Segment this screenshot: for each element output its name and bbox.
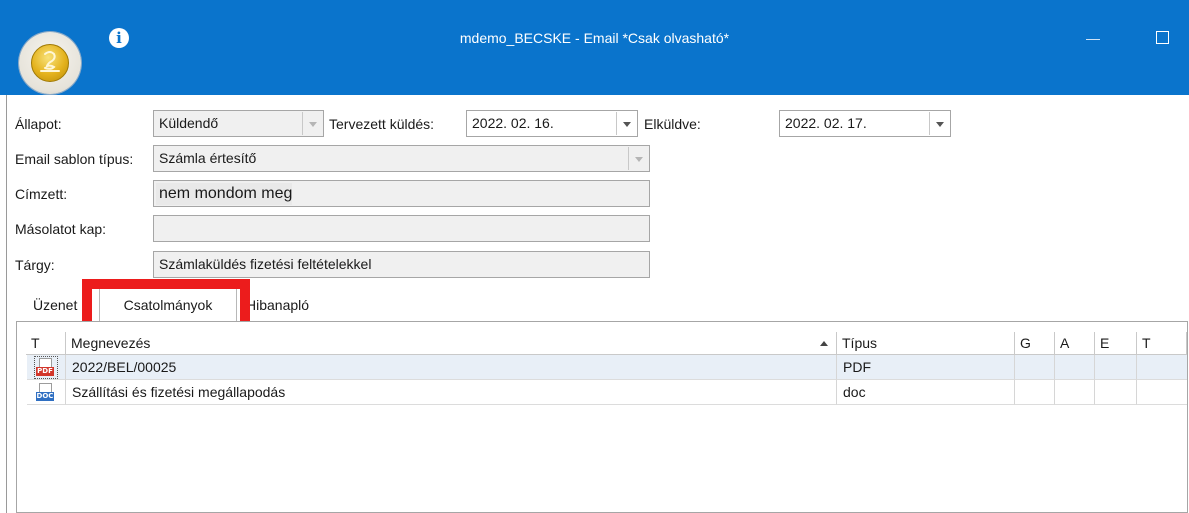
sablon-label: Email sablon típus:	[15, 151, 134, 167]
t-cell	[1137, 355, 1187, 380]
type-cell: DOC	[27, 380, 66, 405]
elkuldve-date-field[interactable]: 2022. 02. 17.	[779, 110, 951, 137]
e-cell	[1095, 355, 1137, 380]
minimize-icon[interactable]	[1086, 39, 1100, 40]
type-name-cell: PDF	[837, 355, 1015, 380]
name-cell: Szállítási és fizetési megállapodás	[66, 380, 837, 405]
tab-csatolmanyok[interactable]: Csatolmányok	[99, 287, 237, 321]
chevron-down-icon[interactable]	[302, 112, 322, 135]
column-header-a[interactable]: A	[1055, 332, 1095, 355]
tervezett-label: Tervezett küldés:	[329, 116, 435, 132]
column-header-megnevezes[interactable]: Megnevezés	[66, 332, 837, 355]
name-cell: 2022/BEL/00025	[66, 355, 837, 380]
targy-value: Számlaküldés fizetési feltételekkel	[159, 256, 372, 272]
cimzett-field[interactable]: nem mondom meg	[153, 180, 650, 207]
tab-uzenet[interactable]: Üzenet	[33, 297, 77, 313]
tab-hibanaplo[interactable]: Hibanapló	[246, 297, 309, 313]
chevron-down-icon[interactable]	[929, 112, 949, 135]
masolat-label: Másolatot kap:	[15, 221, 107, 237]
masolat-field[interactable]	[153, 215, 650, 242]
elkuldve-value: 2022. 02. 17.	[785, 115, 867, 131]
maximize-icon[interactable]	[1156, 31, 1169, 44]
allapot-value: Küldendő	[159, 115, 219, 131]
column-header-g[interactable]: G	[1015, 332, 1055, 355]
elkuldve-label: Elküldve:	[644, 116, 701, 132]
column-header-t2[interactable]: T	[1137, 332, 1187, 355]
tervezett-value: 2022. 02. 16.	[472, 115, 554, 131]
focus-indicator	[34, 356, 58, 379]
title-bar: i mdemo_BECSKE - Email *Csak olvasható*	[0, 0, 1189, 95]
allapot-select[interactable]: Küldendő	[153, 110, 324, 137]
type-cell: PDF	[27, 355, 66, 380]
chevron-down-icon[interactable]	[628, 147, 648, 170]
targy-label: Tárgy:	[15, 257, 55, 273]
column-header-e[interactable]: E	[1095, 332, 1137, 355]
doc-file-icon: DOC	[36, 383, 54, 402]
column-header-t[interactable]: T	[26, 332, 66, 355]
attachments-grid: T Megnevezés Típus G A E T PDF 2022/BEL/…	[16, 321, 1188, 513]
e-cell	[1095, 380, 1137, 405]
a-cell	[1055, 355, 1095, 380]
column-header-megnevezes-label: Megnevezés	[71, 335, 151, 351]
g-cell	[1015, 355, 1055, 380]
chevron-down-icon[interactable]	[616, 112, 636, 135]
sablon-select[interactable]: Számla értesítő	[153, 145, 650, 172]
sablon-value: Számla értesítő	[159, 150, 257, 166]
column-header-tipus[interactable]: Típus	[837, 332, 1015, 355]
allapot-label: Állapot:	[15, 116, 62, 132]
targy-field[interactable]: Számlaküldés fizetési feltételekkel	[153, 251, 650, 278]
table-row[interactable]: PDF 2022/BEL/00025 PDF	[27, 355, 1187, 380]
tervezett-date-field[interactable]: 2022. 02. 16.	[466, 110, 638, 137]
g-cell	[1015, 380, 1055, 405]
cimzett-value: nem mondom meg	[156, 183, 293, 205]
window-title: mdemo_BECSKE - Email *Csak olvasható*	[459, 30, 730, 46]
cimzett-label: Címzett:	[15, 186, 68, 202]
app-logo-glyph	[40, 51, 60, 72]
table-row[interactable]: DOC Szállítási és fizetési megállapodás …	[27, 380, 1187, 405]
t-cell	[1137, 380, 1187, 405]
a-cell	[1055, 380, 1095, 405]
sort-ascending-icon	[820, 341, 828, 346]
type-name-cell: doc	[837, 380, 1015, 405]
